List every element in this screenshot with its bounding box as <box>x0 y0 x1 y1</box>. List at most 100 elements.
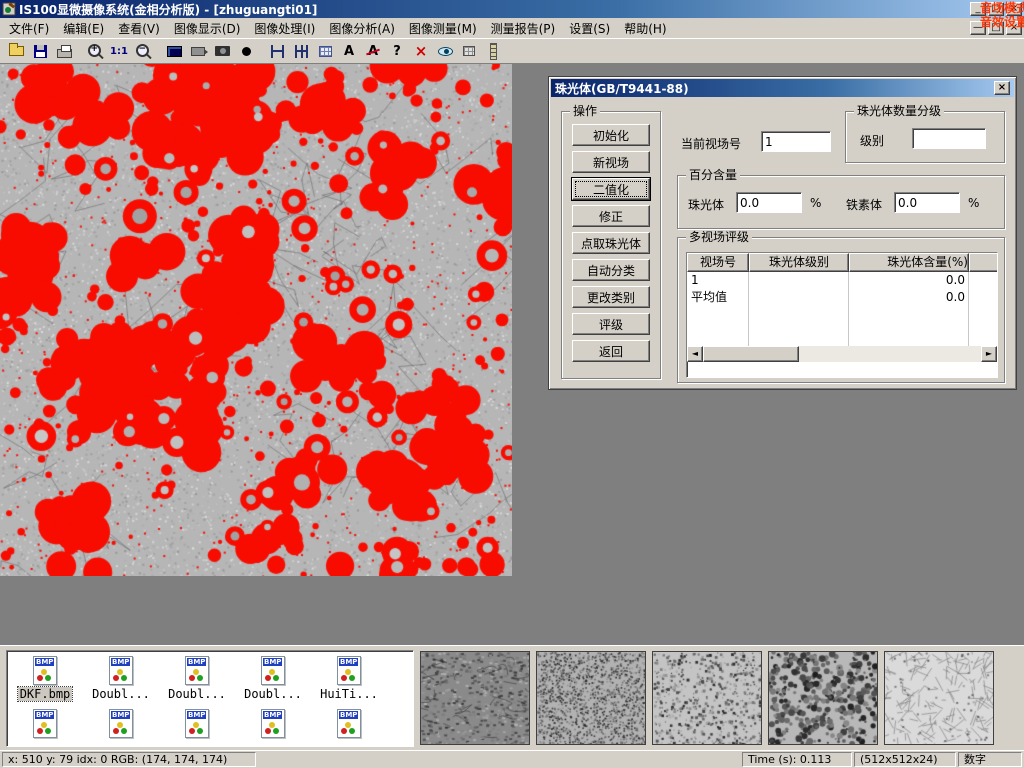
grade-input[interactable] <box>912 128 986 149</box>
thumbnail-5[interactable] <box>884 651 994 745</box>
thumbnail-4[interactable] <box>768 651 878 745</box>
file-list: BMP DKF.bmp BMP Doubl... BMP Doubl... BM… <box>6 650 414 747</box>
cell-content: 0.0 <box>849 289 969 306</box>
file-label: DKF.bmp <box>18 687 73 701</box>
file-item-partial[interactable]: BMP <box>7 709 83 738</box>
init-button[interactable]: 初始化 <box>572 124 650 146</box>
pearlite-percent-input[interactable] <box>736 192 802 213</box>
menu-image-processing[interactable]: 图像处理(I) <box>247 18 322 39</box>
file-label: Doubl... <box>242 687 304 701</box>
bmp-file-icon: BMP <box>185 709 209 738</box>
menu-measure-report[interactable]: 测量报告(P) <box>484 18 563 39</box>
menu-image-analysis[interactable]: 图像分析(A) <box>322 18 402 39</box>
menu-settings[interactable]: 设置(S) <box>562 18 617 39</box>
text-edit-button[interactable]: A <box>361 40 385 62</box>
table-row-average[interactable]: 平均值 0.0 <box>687 289 998 306</box>
grid-overlay-button[interactable] <box>457 40 481 62</box>
menu-view[interactable]: 查看(V) <box>111 18 167 39</box>
menu-image-measure[interactable]: 图像测量(M) <box>402 18 484 39</box>
micrograph-image[interactable] <box>0 64 512 576</box>
bottom-panel: BMP DKF.bmp BMP Doubl... BMP Doubl... BM… <box>0 645 1024 750</box>
return-button[interactable]: 返回 <box>572 340 650 362</box>
time-status: Time (s): 0.113 <box>742 752 852 767</box>
camcorder-button[interactable] <box>186 40 210 62</box>
zoom-out-button[interactable]: − <box>131 40 155 62</box>
file-item-doubl2[interactable]: BMP Doubl... <box>159 656 235 701</box>
file-item-huiti[interactable]: BMP HuiTi... <box>311 656 387 701</box>
thumbnail-1[interactable] <box>420 651 530 745</box>
zoom-out-icon: − <box>135 43 152 60</box>
change-class-button[interactable]: 更改类别 <box>572 286 650 308</box>
dialog-title-bar[interactable]: 珠光体(GB/T9441-88) × <box>551 79 1014 97</box>
file-item-doubl3[interactable]: BMP Doubl... <box>235 656 311 701</box>
bmp-tag: BMP <box>111 658 130 666</box>
menu-image-display[interactable]: 图像显示(D) <box>167 18 248 39</box>
dialog-title: 珠光体(GB/T9441-88) <box>555 80 689 97</box>
file-item-partial[interactable]: BMP <box>83 709 159 738</box>
scroll-thumb[interactable] <box>703 346 799 362</box>
help-button[interactable]: ? <box>385 40 409 62</box>
ruler-icon <box>490 43 497 60</box>
toolbar-separator <box>76 40 83 62</box>
menu-file[interactable]: 文件(F) <box>2 18 56 39</box>
delete-marks-button[interactable]: × <box>409 40 433 62</box>
col-pearlite-grade: 珠光体级别 <box>749 253 849 272</box>
measure-length-button[interactable] <box>265 40 289 62</box>
capture-button[interactable] <box>210 40 234 62</box>
scroll-right-arrow[interactable]: ► <box>981 346 997 362</box>
grade-button[interactable]: 评级 <box>572 313 650 335</box>
binarize-button[interactable]: 二值化 <box>572 178 650 200</box>
file-item-dkf[interactable]: BMP DKF.bmp <box>7 656 83 701</box>
scroll-left-arrow[interactable]: ◄ <box>687 346 703 362</box>
print-button[interactable] <box>52 40 76 62</box>
thumbnail-2[interactable] <box>536 651 646 745</box>
current-field-label: 当前视场号 <box>681 135 741 152</box>
dialog-close-button[interactable]: × <box>994 81 1010 95</box>
grading-table: 视场号 珠光体级别 珠光体含量(%) 铁素体含量(%) 1 0.0 <box>686 252 998 378</box>
cell-content: 0.0 <box>849 272 969 289</box>
target-button[interactable] <box>234 40 258 62</box>
bmp-file-icon: BMP <box>109 656 133 685</box>
open-button[interactable] <box>4 40 28 62</box>
monitor-icon <box>167 46 182 57</box>
correct-button[interactable]: 修正 <box>572 205 650 227</box>
file-row-partial: BMP BMP BMP BMP BMP <box>7 701 413 738</box>
file-item-doubl1[interactable]: BMP Doubl... <box>83 656 159 701</box>
pick-pearlite-button[interactable]: 点取珠光体 <box>572 232 650 254</box>
menu-edit[interactable]: 编辑(E) <box>56 18 111 39</box>
bmp-file-icon: BMP <box>109 709 133 738</box>
actual-size-button[interactable]: 1:1 <box>107 40 131 62</box>
table-row[interactable]: 1 0.0 <box>687 272 998 289</box>
plus-glyph: + <box>91 45 99 54</box>
measure-multi-button[interactable] <box>289 40 313 62</box>
ruler-button[interactable] <box>481 40 505 62</box>
cell-field: 1 <box>687 272 749 289</box>
cell-ferrite <box>969 272 998 289</box>
text-annotation-button[interactable]: A <box>337 40 361 62</box>
file-item-partial[interactable]: BMP <box>159 709 235 738</box>
scroll-track[interactable] <box>799 346 981 362</box>
cursor-position-status: x: 510 y: 79 idx: 0 RGB: (174, 174, 174) <box>2 752 256 767</box>
bmp-tag: BMP <box>35 658 54 666</box>
menu-bar: 文件(F) 编辑(E) 查看(V) 图像显示(D) 图像处理(I) 图像分析(A… <box>0 18 1024 38</box>
one-to-one-icon: 1:1 <box>110 46 128 57</box>
video-display-button[interactable] <box>162 40 186 62</box>
auto-classify-button[interactable]: 自动分类 <box>572 259 650 281</box>
preview-button[interactable] <box>433 40 457 62</box>
menu-help[interactable]: 帮助(H) <box>617 18 673 39</box>
grade-label: 级别 <box>860 132 884 149</box>
ferrite-percent-input[interactable] <box>894 192 960 213</box>
file-item-partial[interactable]: BMP <box>235 709 311 738</box>
zoom-in-button[interactable]: + <box>83 40 107 62</box>
file-item-partial[interactable]: BMP <box>311 709 387 738</box>
new-field-button[interactable]: 新视场 <box>572 151 650 173</box>
image-size-status: (512x512x24) <box>854 752 956 767</box>
save-button[interactable] <box>28 40 52 62</box>
thumbnail-3[interactable] <box>652 651 762 745</box>
pearlite-percent-sign: % <box>810 196 821 210</box>
measure-grid-button[interactable] <box>313 40 337 62</box>
monitor-osd-text: 音场模式 音效设置 <box>980 1 1024 29</box>
mode-status: 数字 <box>958 752 1022 767</box>
current-field-input[interactable] <box>761 131 831 152</box>
multi-field-group: 多视场评级 视场号 珠光体级别 珠光体含量(%) 铁素体含量(%) 1 0.0 <box>677 237 1005 383</box>
